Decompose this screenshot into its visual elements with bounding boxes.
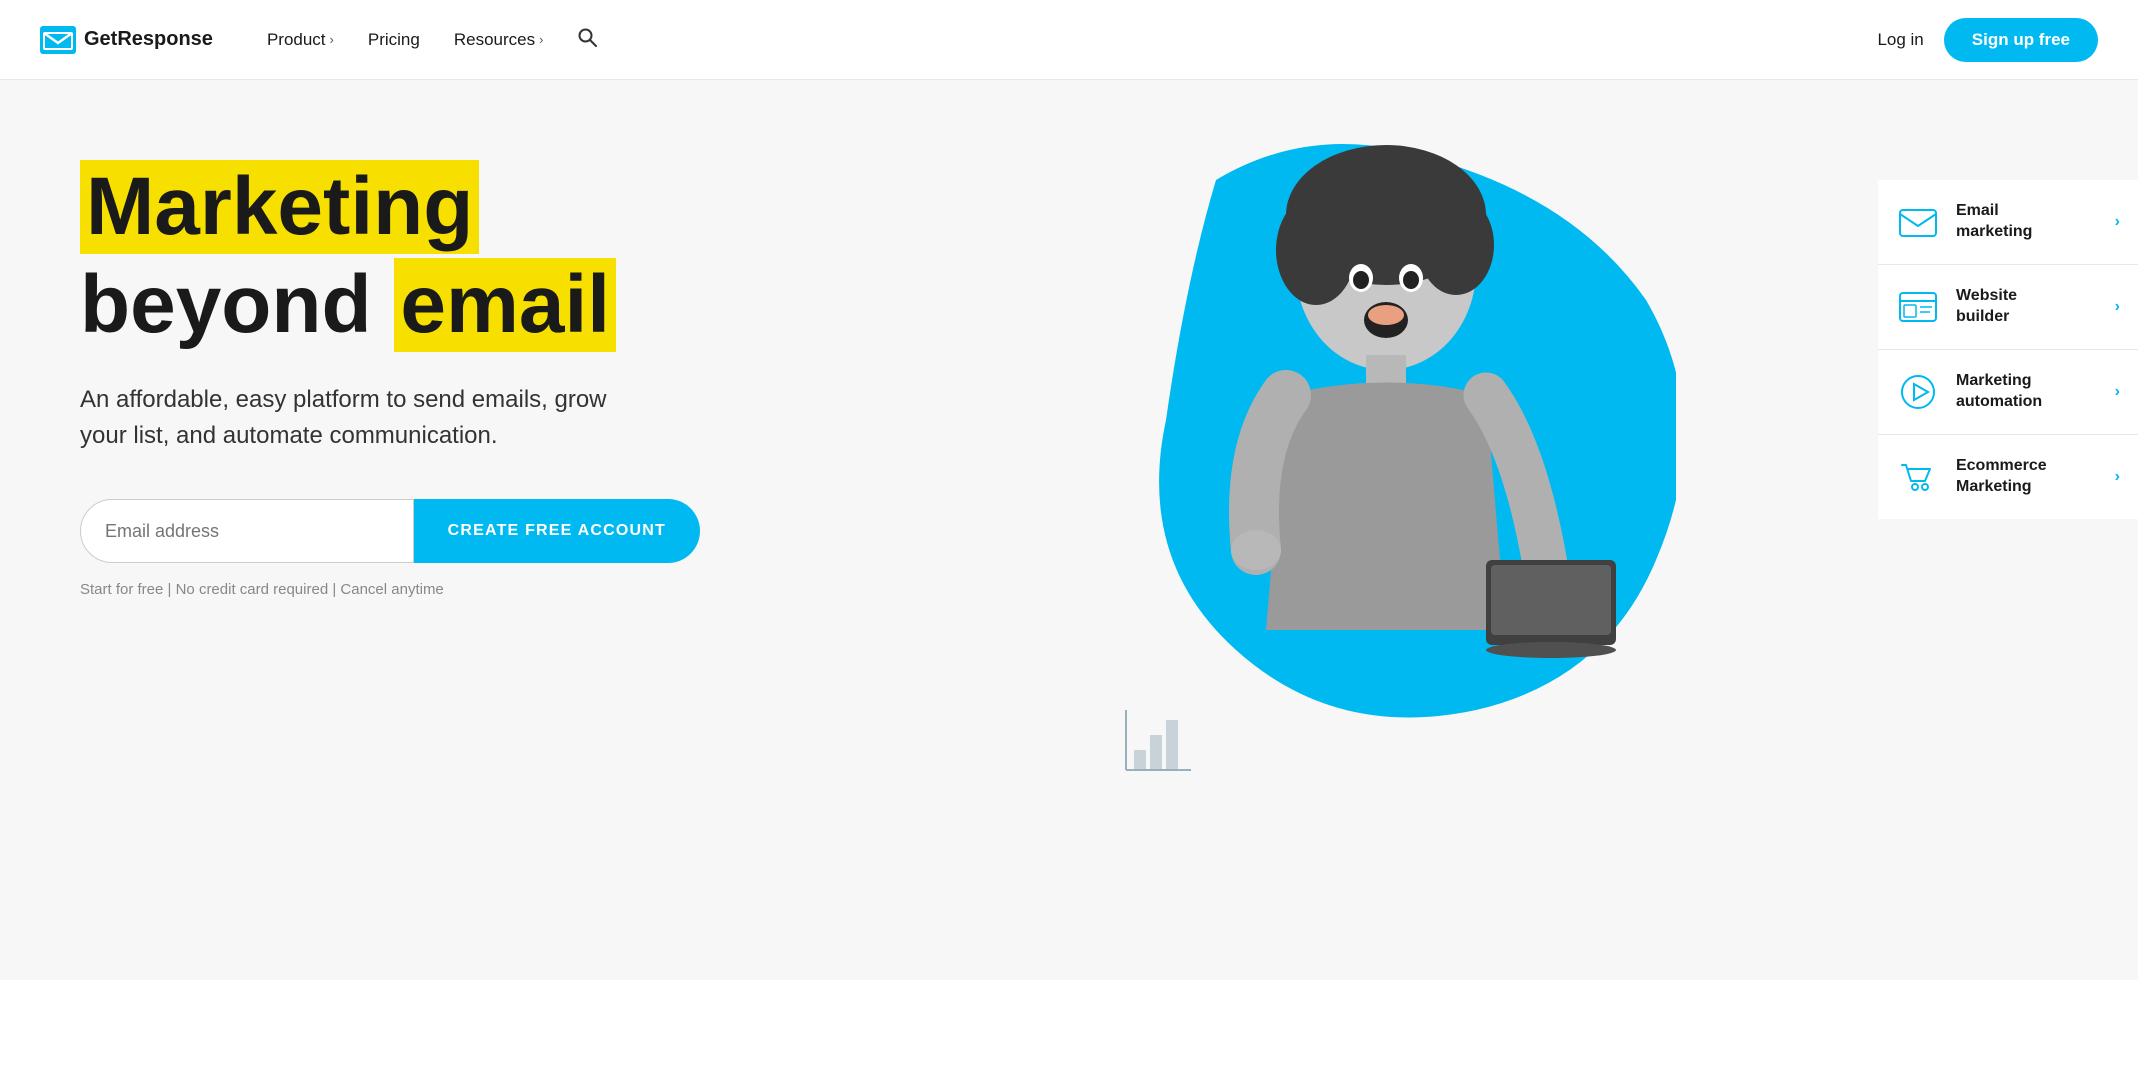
login-link[interactable]: Log in bbox=[1877, 30, 1923, 50]
product-chevron-icon: › bbox=[330, 32, 334, 47]
email-form: CREATE FREE ACCOUNT bbox=[80, 499, 700, 563]
feature-card-website[interactable]: Websitebuilder › bbox=[1878, 265, 2138, 350]
feature-card-ecommerce-text: EcommerceMarketing bbox=[1956, 456, 2099, 498]
person-illustration bbox=[1186, 130, 1666, 770]
navbar: GetResponse Product › Pricing Resources … bbox=[0, 0, 2138, 80]
create-account-button[interactable]: CREATE FREE ACCOUNT bbox=[414, 499, 700, 563]
feature-card-website-label: Websitebuilder bbox=[1956, 286, 2099, 328]
ecommerce-marketing-icon bbox=[1896, 455, 1940, 499]
hero-subtext: An affordable, easy platform to send ema… bbox=[80, 382, 640, 454]
hero-section: Marketing beyond email An affordable, ea… bbox=[0, 80, 2138, 980]
email-input[interactable] bbox=[80, 499, 414, 563]
brand-name: GetResponse bbox=[84, 28, 213, 51]
feature-card-website-chevron-icon: › bbox=[2115, 298, 2120, 316]
feature-card-automation[interactable]: Marketingautomation › bbox=[1878, 350, 2138, 435]
email-marketing-icon bbox=[1896, 200, 1940, 244]
nav-resources[interactable]: Resources › bbox=[440, 22, 558, 58]
hero-left: Marketing beyond email An affordable, ea… bbox=[0, 80, 1176, 980]
feature-card-email-label: Emailmarketing bbox=[1956, 201, 2099, 243]
website-builder-icon bbox=[1896, 285, 1940, 329]
logo-icon bbox=[40, 26, 76, 54]
feature-card-email-text: Emailmarketing bbox=[1956, 201, 2099, 243]
search-icon[interactable] bbox=[563, 19, 611, 60]
feature-card-email[interactable]: Emailmarketing › bbox=[1878, 180, 2138, 265]
hero-heading-line2: beyond email bbox=[80, 258, 1176, 352]
feature-card-ecommerce-chevron-icon: › bbox=[2115, 468, 2120, 486]
hero-heading-line1: Marketing bbox=[80, 160, 1176, 254]
feature-cards: Emailmarketing › Websitebuilder › bbox=[1878, 180, 2138, 519]
hero-heading: Marketing beyond email bbox=[80, 160, 1176, 352]
feature-card-automation-chevron-icon: › bbox=[2115, 383, 2120, 401]
feature-card-email-chevron-icon: › bbox=[2115, 213, 2120, 231]
nav-right: Log in Sign up free bbox=[1877, 18, 2098, 62]
logo-link[interactable]: GetResponse bbox=[40, 26, 213, 54]
nav-product[interactable]: Product › bbox=[253, 22, 348, 58]
nav-pricing[interactable]: Pricing bbox=[354, 22, 434, 58]
feature-card-automation-label: Marketingautomation bbox=[1956, 371, 2099, 413]
form-note: Start for free | No credit card required… bbox=[80, 581, 1176, 598]
signup-button[interactable]: Sign up free bbox=[1944, 18, 2098, 62]
feature-card-ecommerce[interactable]: EcommerceMarketing › bbox=[1878, 435, 2138, 519]
resources-chevron-icon: › bbox=[539, 32, 543, 47]
nav-links: Product › Pricing Resources › bbox=[253, 19, 1878, 60]
hero-right: Emailmarketing › Websitebuilder › bbox=[1176, 80, 2138, 980]
feature-card-ecommerce-label: EcommerceMarketing bbox=[1956, 456, 2099, 498]
feature-card-automation-text: Marketingautomation bbox=[1956, 371, 2099, 413]
marketing-automation-icon bbox=[1896, 370, 1940, 414]
feature-card-website-text: Websitebuilder bbox=[1956, 286, 2099, 328]
